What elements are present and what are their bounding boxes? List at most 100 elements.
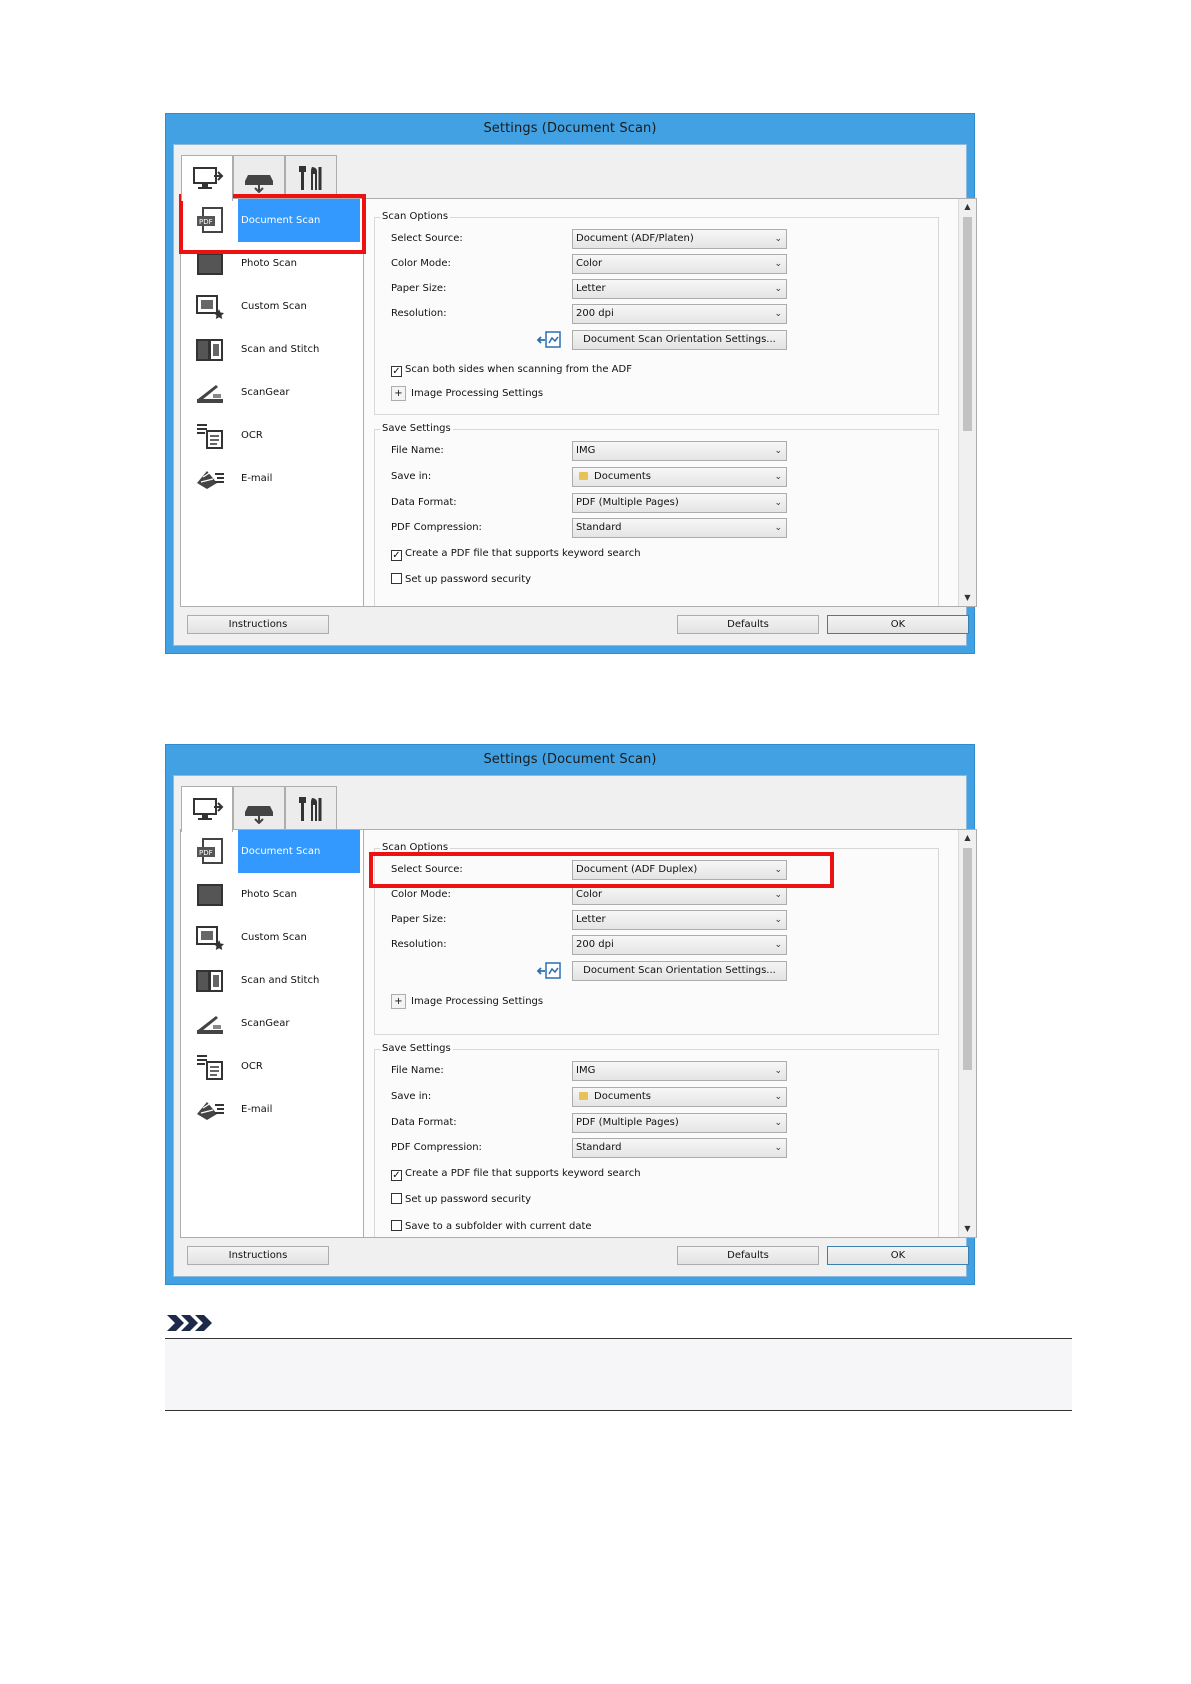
file-name-value: IMG	[576, 445, 596, 456]
paper-size-dropdown[interactable]: Letter ⌄	[572, 910, 787, 930]
sidebar-item-label: OCR	[241, 1061, 263, 1072]
paper-size-dropdown[interactable]: Letter ⌄	[572, 279, 787, 299]
sidebar-item-scan-and-stitch[interactable]: Scan and Stitch	[181, 959, 363, 1002]
save-in-dropdown[interactable]: Documents ⌄	[572, 1087, 787, 1107]
sidebar-item-custom-scan[interactable]: Custom Scan	[181, 285, 363, 328]
vertical-scrollbar[interactable]: ▲ ▼	[958, 830, 976, 1237]
sidebar-item-photo-scan[interactable]: Photo Scan	[181, 873, 363, 916]
chevron-down-icon: ⌄	[774, 1066, 782, 1076]
defaults-button[interactable]: Defaults	[677, 1246, 819, 1265]
sidebar-item-label: ScanGear	[241, 387, 290, 398]
ok-button[interactable]: OK	[827, 615, 969, 634]
sidebar-item-document-scan[interactable]: PDF Document Scan	[181, 830, 363, 873]
sidebar: PDF Document Scan Photo Scan Custom Scan…	[181, 830, 364, 1237]
tab-general-settings[interactable]	[285, 786, 337, 830]
sidebar-item-document-scan[interactable]: PDF Document Scan	[181, 199, 363, 242]
sidebar-item-custom-scan[interactable]: Custom Scan	[181, 916, 363, 959]
window-title: Settings (Document Scan)	[483, 752, 657, 767]
tab-scan-from-panel[interactable]	[233, 786, 285, 830]
scroll-down-icon[interactable]: ▼	[959, 1221, 976, 1237]
tab-general-settings[interactable]	[285, 155, 337, 199]
data-format-dropdown[interactable]: PDF (Multiple Pages) ⌄	[572, 493, 787, 513]
sidebar-item-label: OCR	[241, 430, 263, 441]
resolution-label: Resolution:	[391, 939, 447, 950]
orientation-icon	[536, 331, 561, 348]
vertical-scrollbar[interactable]: ▲ ▼	[958, 199, 976, 606]
settings-frame: PDF Document Scan Photo Scan Custom Scan…	[180, 829, 977, 1238]
expander-label: Image Processing Settings	[411, 996, 544, 1007]
sidebar-item-label: Custom Scan	[241, 932, 307, 943]
orientation-settings-button[interactable]: Document Scan Orientation Settings...	[572, 330, 787, 350]
sidebar-item-email[interactable]: E-mail	[181, 1088, 363, 1131]
password-security-checkbox[interactable]: Set up password security	[391, 1193, 531, 1207]
tab-scan-from-computer[interactable]	[181, 155, 233, 201]
defaults-button[interactable]: Defaults	[677, 615, 819, 634]
group-title: Save Settings	[380, 1042, 453, 1056]
folder-icon	[579, 1092, 588, 1100]
ok-button[interactable]: OK	[827, 1246, 969, 1265]
scroll-up-icon[interactable]: ▲	[959, 199, 976, 215]
sidebar-item-label: Scan and Stitch	[241, 975, 320, 986]
sidebar-item-scan-and-stitch[interactable]: Scan and Stitch	[181, 328, 363, 371]
sidebar-item-email[interactable]: E-mail	[181, 457, 363, 500]
select-source-dropdown[interactable]: Document (ADF Duplex) ⌄	[572, 860, 787, 880]
scanner-icon	[245, 805, 273, 824]
color-mode-dropdown[interactable]: Color ⌄	[572, 254, 787, 274]
image-processing-expander[interactable]: + Image Processing Settings	[391, 994, 543, 1010]
resolution-value: 200 dpi	[576, 939, 614, 950]
sidebar-item-ocr[interactable]: OCR	[181, 414, 363, 457]
data-format-dropdown[interactable]: PDF (Multiple Pages) ⌄	[572, 1113, 787, 1133]
note-chevrons-icon	[167, 1315, 212, 1331]
resolution-dropdown[interactable]: 200 dpi ⌄	[572, 935, 787, 955]
orientation-settings-button[interactable]: Document Scan Orientation Settings...	[572, 961, 787, 981]
scroll-thumb[interactable]	[963, 848, 972, 1070]
pdf-compression-dropdown[interactable]: Standard ⌄	[572, 518, 787, 538]
pdf-compression-value: Standard	[576, 1142, 622, 1153]
scan-both-sides-checkbox[interactable]: ✓ Scan both sides when scanning from the …	[391, 363, 632, 377]
save-in-dropdown[interactable]: Documents ⌄	[572, 467, 787, 487]
file-name-dropdown[interactable]: IMG ⌄	[572, 1061, 787, 1081]
keyword-search-checkbox[interactable]: ✓ Create a PDF file that supports keyword…	[391, 547, 641, 561]
subfolder-date-checkbox[interactable]: Save to a subfolder with current date	[391, 1220, 592, 1234]
save-in-value: Documents	[594, 1091, 652, 1102]
stitch-icon	[196, 970, 223, 992]
file-name-value: IMG	[576, 1065, 596, 1076]
color-mode-label: Color Mode:	[391, 258, 451, 269]
group-title: Save Settings	[380, 422, 453, 436]
pdf-compression-value: Standard	[576, 522, 622, 533]
scroll-down-icon[interactable]: ▼	[959, 590, 976, 606]
instructions-button[interactable]: Instructions	[187, 615, 329, 634]
image-processing-expander[interactable]: + Image Processing Settings	[391, 386, 543, 402]
settings-window-2: Settings (Document Scan) PDF Document Sc…	[165, 744, 977, 1285]
password-security-checkbox[interactable]: Set up password security	[391, 573, 531, 587]
scroll-thumb[interactable]	[963, 217, 972, 431]
sidebar-item-photo-scan[interactable]: Photo Scan	[181, 242, 363, 285]
sidebar-item-label: Scan and Stitch	[241, 344, 320, 355]
color-mode-value: Color	[576, 258, 603, 269]
tab-scan-from-panel[interactable]	[233, 155, 285, 199]
paper-size-label: Paper Size:	[391, 283, 447, 294]
scangear-icon	[197, 1016, 223, 1034]
sidebar-item-ocr[interactable]: OCR	[181, 1045, 363, 1088]
sidebar-item-scangear[interactable]: ScanGear	[181, 1002, 363, 1045]
pdf-compression-dropdown[interactable]: Standard ⌄	[572, 1138, 787, 1158]
svg-text:PDF: PDF	[199, 218, 213, 226]
chevron-down-icon: ⌄	[774, 446, 782, 456]
color-mode-dropdown[interactable]: Color ⌄	[572, 885, 787, 905]
photo-icon	[197, 253, 223, 275]
resolution-dropdown[interactable]: 200 dpi ⌄	[572, 304, 787, 324]
tab-scan-from-computer[interactable]	[181, 786, 233, 832]
instructions-button[interactable]: Instructions	[187, 1246, 329, 1265]
sidebar-item-scangear[interactable]: ScanGear	[181, 371, 363, 414]
scroll-up-icon[interactable]: ▲	[959, 830, 976, 846]
sidebar-item-label: E-mail	[241, 1104, 273, 1115]
pdf-document-icon: PDF	[197, 838, 223, 864]
select-source-dropdown[interactable]: Document (ADF/Platen) ⌄	[572, 229, 787, 249]
sidebar-item-label: Photo Scan	[241, 889, 298, 900]
file-name-dropdown[interactable]: IMG ⌄	[572, 441, 787, 461]
email-icon	[197, 471, 224, 489]
scangear-icon	[197, 385, 223, 403]
checkbox-label: Create a PDF file that supports keyword …	[405, 548, 641, 559]
keyword-search-checkbox[interactable]: ✓ Create a PDF file that supports keyword…	[391, 1167, 641, 1181]
chevron-down-icon: ⌄	[774, 1118, 782, 1128]
